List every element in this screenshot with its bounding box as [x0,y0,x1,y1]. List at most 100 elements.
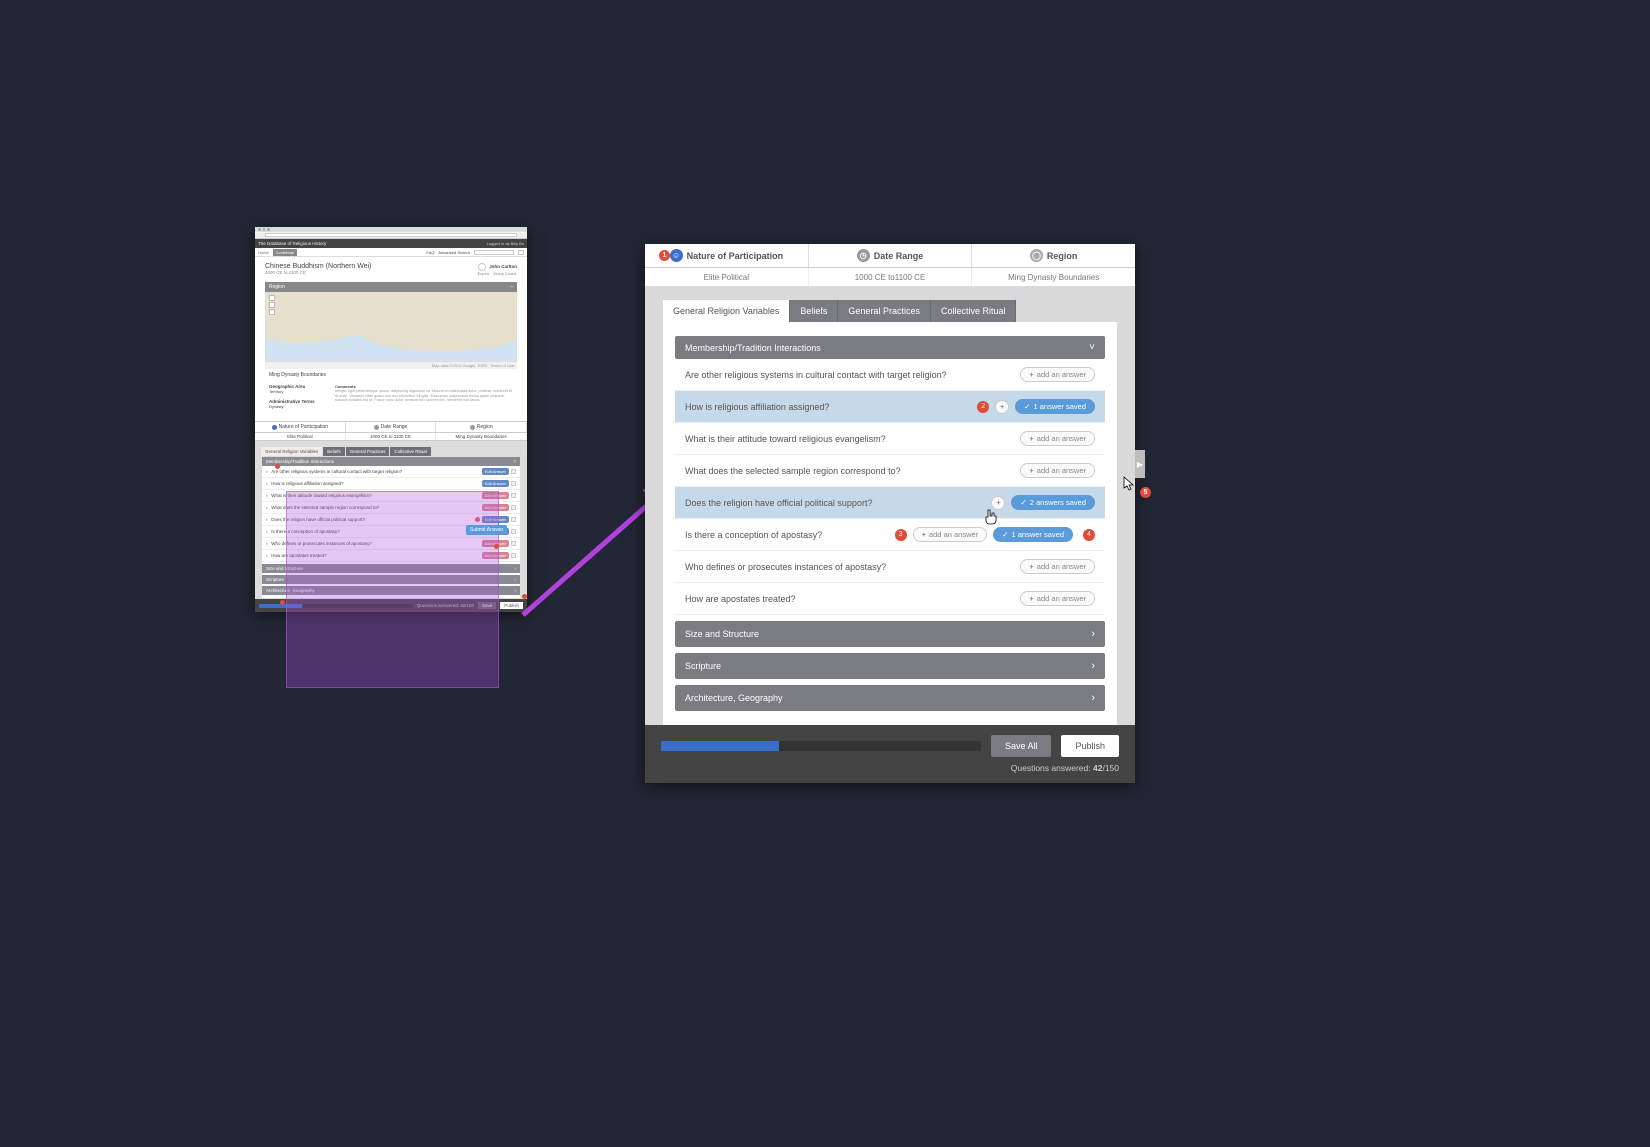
question-text: Who defines or prosecutes instances of a… [685,562,1014,572]
alert-badge [475,517,480,522]
question-row: ▸Are other religious systems in cultural… [262,466,520,478]
question-row: How is religious affiliation assigned?2+… [675,391,1105,423]
site-nav: Home Contribute FAQ Advanced Search [255,248,527,257]
region-panel-header[interactable]: Region– [265,282,517,292]
expand-handle[interactable]: ▶ [1135,450,1145,478]
edit-answer-button[interactable]: Edit Answer [482,468,509,475]
add-answer-icon-button[interactable]: + [991,496,1005,510]
tab-bar: General Religion VariablesBeliefsGeneral… [663,300,1117,322]
tab-general-religion-variables[interactable]: General Religion Variables [261,447,322,456]
subgroup-header[interactable]: Scripture› [675,653,1105,679]
site-header: The Database of Religious History Logged… [255,239,527,248]
subgroup-header[interactable]: Size and Structure› [262,564,520,573]
question-text: How is religious affiliation assigned? [271,481,482,486]
publish-button[interactable]: Publish [500,602,523,609]
login-status[interactable]: Logged in as Billy Bo [487,241,524,246]
chevron-right-icon: ▸ [266,529,268,535]
answer-saved-pill[interactable]: ✓1 answer saved [993,527,1073,542]
tab-beliefs[interactable]: Beliefs [790,300,838,322]
question-text: Who defines or prosecutes instances of a… [271,541,481,546]
add-answer-button[interactable]: +add an answer [1020,591,1095,606]
annotation-dot [280,600,285,605]
expand-toggle[interactable] [511,481,516,486]
question-row: ▸What does the selected sample region co… [262,502,520,514]
nav-search[interactable] [474,250,514,255]
annotation-marker-1: 1 [659,250,670,261]
add-answer-icon-button[interactable]: + [995,400,1009,414]
add-answer-button[interactable]: +add an answer [1020,559,1095,574]
edit-answer-button[interactable]: Edit Answer [482,516,509,523]
person-icon [272,425,277,430]
entry-author: John Carlton Expert · Group Coord. [478,263,517,276]
col-region: Region [436,422,527,432]
add-answer-button[interactable]: +add an answer [913,527,988,542]
expand-toggle[interactable] [511,553,516,558]
chevron-right-icon: › [1091,692,1095,704]
panel-footer: Save All Publish Questions answered: 42/… [645,725,1135,783]
question-text: What is their attitude toward religious … [685,434,1014,444]
plus-icon: + [1029,466,1033,475]
add-answer-button[interactable]: Add Answer [482,504,509,511]
thumb-footer: Questions answered: 42/150 Save Publish [255,599,527,612]
subgroup-header[interactable]: Architecture, Geography› [262,586,520,595]
expand-toggle[interactable] [511,517,516,522]
add-answer-button[interactable]: Add Answer [482,492,509,499]
nav-contribute[interactable]: Contribute [273,249,297,256]
expand-toggle[interactable] [511,529,516,534]
alert-badge: 3 [895,529,907,541]
question-text: Is there a conception of apostasy? [685,530,889,540]
question-row: ▸What is their attitude toward religious… [262,490,520,502]
tab-general-practices[interactable]: General Practices [346,447,390,456]
map-controls[interactable] [269,295,275,316]
plus-icon: + [1029,562,1033,571]
question-text: What is their attitude toward religious … [271,493,481,498]
map-view[interactable] [265,292,517,362]
publish-button[interactable]: Publish [1061,735,1119,757]
tab-collective-ritual[interactable]: Collective Ritual [390,447,430,456]
add-answer-button[interactable]: +add an answer [1020,367,1095,382]
tab-general-religion-variables[interactable]: General Religion Variables [663,300,790,322]
group-header[interactable]: Membership/Tradition Interactions˅ [262,457,520,466]
nav-advanced[interactable]: Advanced Search [438,250,470,255]
save-button[interactable]: Save [478,602,496,609]
val-region: Ming Dynasty Boundaries [972,268,1135,286]
expand-toggle[interactable] [511,505,516,510]
progress-count: Questions answered: 42/150 [661,763,1119,773]
tab-beliefs[interactable]: Beliefs [323,447,345,456]
answer-saved-pill[interactable]: ✓2 answers saved [1011,495,1095,510]
add-answer-button[interactable]: +add an answer [1020,463,1095,478]
question-text: How are apostates treated? [685,594,1014,604]
expand-toggle[interactable] [511,493,516,498]
question-row: ▸Who defines or prosecutes instances of … [262,538,520,550]
save-all-button[interactable]: Save All [991,735,1052,757]
expand-toggle[interactable] [511,469,516,474]
add-answer-button[interactable]: Add Answer [482,552,509,559]
add-answer-button[interactable]: +add an answer [1020,431,1095,446]
annotation-dot [275,464,280,469]
subgroup-label: Size and Structure [685,629,759,639]
tab-collective-ritual[interactable]: Collective Ritual [931,300,1017,322]
nav-faq[interactable]: FAQ [426,250,434,255]
question-row: Is there a conception of apostasy? 3 +add … [675,519,1105,551]
expand-toggle[interactable] [511,541,516,546]
subgroup-header[interactable]: Size and Structure› [675,621,1105,647]
question-row: Does the religion have official politica… [675,487,1105,519]
check-icon: ✓ [1002,530,1008,539]
tab-general-practices[interactable]: General Practices [838,300,931,322]
annotation-marker: 4 [1083,529,1095,541]
subgroup-header[interactable]: Scripture› [262,575,520,584]
questionnaire-panel: 1 ☺Nature of Participation ◷Date Range ◯… [645,244,1135,783]
answer-saved-pill[interactable]: ✓1 answer saved [1015,399,1095,414]
thumb-questionnaire: Nature of Participation Date Range Regio… [255,421,527,599]
annotation-dot [494,544,499,549]
subgroup-header[interactable]: Architecture, Geography› [675,685,1105,711]
entry-subtitle: 1000 CE to 1100 CE [265,270,371,275]
person-icon: ☺ [670,249,683,262]
edit-answer-button[interactable]: Edit Answer [482,480,509,487]
nav-home[interactable]: Home [258,250,269,255]
progress-bar [661,741,981,751]
nav-go-button[interactable] [518,250,524,255]
col-participation: Nature of Participation [255,422,346,432]
group-header[interactable]: Membership/Tradition Interactions ˅ [675,336,1105,359]
plus-icon: + [1029,594,1033,603]
